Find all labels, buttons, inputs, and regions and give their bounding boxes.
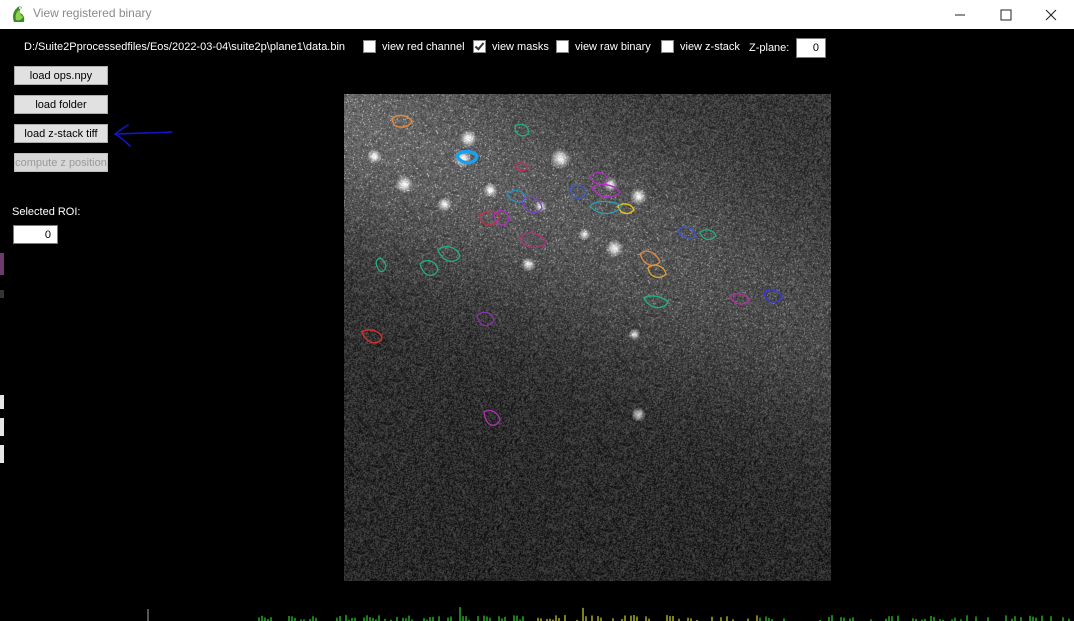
load-folder-button[interactable]: load folder: [14, 95, 108, 114]
roi-mask[interactable]: [569, 184, 587, 200]
close-button[interactable]: [1028, 0, 1074, 29]
roi-mask[interactable]: [763, 289, 783, 303]
arrow-left-icon: [113, 124, 173, 147]
edge-widget: [0, 418, 4, 436]
checkbox-box[interactable]: [363, 40, 376, 53]
roi-mask[interactable]: [483, 409, 501, 426]
file-path-label: D:/Suite2Pprocessedfiles/Eos/2022-03-04\…: [24, 41, 346, 53]
roi-mask[interactable]: [375, 257, 387, 273]
view-masks-checkbox[interactable]: view masks: [473, 40, 549, 53]
roi-mask[interactable]: [519, 232, 547, 249]
checkbox-label: view raw binary: [575, 40, 651, 53]
edge-widget: [0, 395, 4, 409]
edge-widget: [0, 445, 4, 463]
app-window: View registered binary D:/Suite2Pprocess…: [0, 0, 1074, 621]
view-z-stack-checkbox[interactable]: view z-stack: [661, 40, 740, 53]
roi-mask[interactable]: [647, 264, 667, 279]
roi-mask[interactable]: [455, 149, 479, 165]
roi-mask[interactable]: [699, 229, 717, 241]
checkbox-label: view masks: [492, 40, 549, 53]
title-bar[interactable]: View registered binary: [0, 0, 1074, 29]
view-red-channel-checkbox[interactable]: view red channel: [363, 40, 465, 53]
roi-mask[interactable]: [591, 183, 621, 198]
roi-mask[interactable]: [729, 293, 751, 305]
binary-image-view[interactable]: [344, 94, 831, 581]
selected-roi-input[interactable]: [13, 225, 58, 244]
roi-mask[interactable]: [514, 123, 529, 137]
minimize-icon: [955, 14, 965, 15]
z-plane-label: Z-plane:: [749, 42, 790, 54]
minimize-button[interactable]: [937, 0, 983, 29]
roi-mask[interactable]: [478, 210, 501, 226]
window-title: View registered binary: [33, 6, 152, 20]
frog-icon: [13, 6, 25, 22]
edge-widget: [0, 253, 4, 275]
close-icon: [1045, 9, 1057, 20]
z-plane-input[interactable]: [796, 38, 826, 58]
edge-widget: [0, 290, 4, 298]
compute-z-position-button: compute z position: [14, 153, 108, 172]
roi-mask[interactable]: [419, 259, 439, 276]
roi-mask[interactable]: [391, 114, 413, 128]
roi-mask[interactable]: [514, 162, 529, 172]
load-z-stack-tiff-button[interactable]: load z-stack tiff: [14, 124, 108, 143]
checkbox-box[interactable]: [661, 40, 674, 53]
roi-mask[interactable]: [361, 329, 383, 344]
roi-mask-layer[interactable]: [344, 94, 831, 581]
roi-mask[interactable]: [643, 295, 669, 309]
checkbox-box[interactable]: [556, 40, 569, 53]
roi-mask[interactable]: [476, 311, 495, 327]
checkbox-box[interactable]: [473, 40, 486, 53]
roi-mask[interactable]: [639, 250, 661, 266]
roi-mask[interactable]: [437, 245, 461, 262]
load-ops-button[interactable]: load ops.npy: [14, 66, 108, 85]
view-raw-binary-checkbox[interactable]: view raw binary: [556, 40, 651, 53]
checkbox-label: view z-stack: [680, 40, 740, 53]
roi-mask[interactable]: [506, 189, 527, 203]
activity-trace-plot[interactable]: [0, 603, 1074, 621]
checkbox-label: view red channel: [382, 40, 465, 53]
roi-mask[interactable]: [589, 200, 623, 215]
selected-roi-label: Selected ROI:: [12, 206, 81, 218]
roi-mask[interactable]: [677, 226, 697, 239]
roi-mask[interactable]: [589, 171, 609, 185]
maximize-icon: [1000, 9, 1012, 20]
maximize-button[interactable]: [983, 0, 1029, 29]
